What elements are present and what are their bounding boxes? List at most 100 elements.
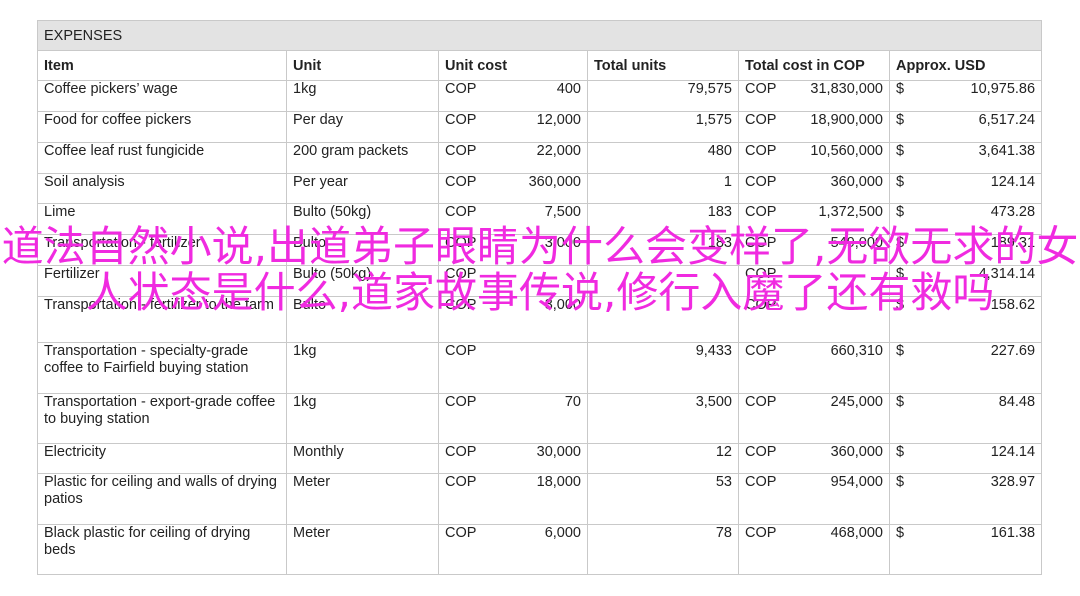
- header-unit-cost: Unit cost: [438, 50, 588, 81]
- cell-total-cost-currency: COP: [738, 142, 789, 174]
- cell-total-units: 53: [587, 473, 739, 525]
- table-row: Soil analysis Per year COP 360,000 1 COP 360,0…: [37, 173, 1043, 204]
- cell-total-cost: [788, 296, 890, 343]
- cell-usd-currency: $: [889, 111, 916, 143]
- cell-unit-cost-currency: COP: [438, 473, 489, 525]
- header-total-units: Total units: [587, 50, 739, 81]
- cell-unit-cost: 18,000: [488, 473, 588, 525]
- cell-unit-cost: 7,500: [488, 203, 588, 235]
- cell-total-cost: 954,000: [788, 473, 890, 525]
- cell-total-cost: 245,000: [788, 393, 890, 444]
- cell-unit-cost-currency: COP: [438, 524, 489, 575]
- cell-total-units: 1,575: [587, 111, 739, 143]
- cell-usd: 10,975.86: [915, 80, 1043, 112]
- cell-usd: 3,641.38: [915, 142, 1043, 174]
- cell-unit-cost: 22,000: [488, 142, 588, 174]
- cell-item: Black plastic for ceiling of drying beds: [37, 524, 287, 575]
- cell-usd-currency: $: [889, 393, 916, 444]
- table-row: Plastic for ceiling and walls of drying …: [37, 473, 1043, 525]
- table-row: Transportation - fertilizer Bulto COP 3,000…: [37, 234, 1043, 266]
- cell-item: Transportation - fertilizer: [37, 234, 287, 266]
- cell-usd: 6,517.24: [915, 111, 1043, 143]
- cell-usd-currency: $: [889, 203, 916, 235]
- cell-total-cost: 660,310: [788, 342, 890, 394]
- cell-total-cost-currency: COP: [738, 524, 789, 575]
- table-row: Coffee leaf rust fungicide 200 gram packe…: [37, 142, 1043, 174]
- cell-unit-cost: [488, 342, 588, 394]
- cell-total-cost-currency: COP: [738, 203, 789, 235]
- cell-item: Transportation - export-grade coffee to …: [37, 393, 287, 444]
- cell-item: Fertilizer: [37, 265, 287, 297]
- cell-usd: 84.48: [915, 393, 1043, 444]
- cell-item: Transportation - fertilizer to the farm: [37, 296, 287, 343]
- cell-usd-currency: $: [889, 142, 916, 174]
- cell-usd-currency: $: [889, 234, 916, 266]
- cell-unit: Bulto (50kg): [286, 203, 439, 235]
- cell-usd: 161.38: [915, 524, 1043, 575]
- cell-total-units: 78: [587, 524, 739, 575]
- cell-unit: Meter: [286, 524, 439, 575]
- cell-unit: Monthly: [286, 443, 439, 474]
- cell-total-cost-currency: COP: [738, 443, 789, 474]
- cell-unit-cost: 12,000: [488, 111, 588, 143]
- cell-unit-cost: 30,000: [488, 443, 588, 474]
- cell-usd-currency: $: [889, 524, 916, 575]
- cell-unit: Per day: [286, 111, 439, 143]
- cell-total-units: [587, 265, 739, 297]
- table-row: Transportation - fertilizer to the farm B…: [37, 296, 1043, 343]
- header-usd: Approx. USD: [888, 50, 1043, 81]
- cell-usd-currency: $: [889, 342, 916, 394]
- cell-usd-currency: $: [889, 173, 916, 204]
- cell-unit: 1kg: [286, 393, 439, 444]
- cell-total-cost: 360,000: [788, 443, 890, 474]
- cell-unit-cost: [488, 265, 588, 297]
- cell-total-cost: 468,000: [788, 524, 890, 575]
- cell-total-cost-currency: COP: [738, 234, 789, 266]
- cell-total-cost-currency: COP: [738, 473, 789, 525]
- cell-unit-cost: 360,000: [488, 173, 588, 204]
- cell-unit-cost-currency: COP: [438, 111, 489, 143]
- cell-total-units: 183: [587, 234, 739, 266]
- cell-usd: 473.28: [915, 203, 1043, 235]
- cell-total-cost-currency: COP: [738, 111, 789, 143]
- cell-unit-cost: 6,000: [488, 524, 588, 575]
- cell-total-cost-currency: COP: [738, 265, 789, 297]
- cell-unit-cost-currency: COP: [438, 443, 489, 474]
- header-unit: Unit: [286, 50, 439, 81]
- cell-total-units: 3,500: [587, 393, 739, 444]
- cell-usd: 189.31: [915, 234, 1043, 266]
- header-total-cost: Total cost in COP: [738, 50, 890, 81]
- cell-total-cost: 1,372,500: [788, 203, 890, 235]
- cell-unit: Meter: [286, 473, 439, 525]
- cell-unit-cost-currency: COP: [438, 265, 489, 297]
- cell-unit: Bulto (50kg): [286, 265, 439, 297]
- cell-total-cost: [788, 265, 890, 297]
- cell-item: Transportation - specialty-grade coffee …: [37, 342, 287, 394]
- table-row: Lime Bulto (50kg) COP 7,500 183 COP 1,372,500 $…: [37, 203, 1043, 235]
- cell-unit-cost: 3,000: [488, 296, 588, 343]
- cell-total-units: 79,575: [587, 80, 739, 112]
- cell-item: Electricity: [37, 443, 287, 474]
- cell-usd: 4,314.14: [915, 265, 1043, 297]
- cell-usd-currency: $: [889, 296, 916, 343]
- header-item: Item: [37, 50, 287, 81]
- cell-total-cost: 31,830,000: [788, 80, 890, 112]
- cell-item: Food for coffee pickers: [37, 111, 287, 143]
- cell-total-cost-currency: COP: [738, 296, 789, 343]
- cell-total-units: 480: [587, 142, 739, 174]
- table-row: Fertilizer Bulto (50kg) COP COP $4,314.14: [37, 265, 1043, 297]
- cell-usd-currency: $: [889, 265, 916, 297]
- expenses-table: EXPENSES Item Unit Unit cost Total units…: [36, 20, 1043, 575]
- cell-total-cost-currency: COP: [738, 80, 789, 112]
- cell-unit: 1kg: [286, 342, 439, 394]
- cell-unit-cost: 400: [488, 80, 588, 112]
- cell-unit-cost-currency: COP: [438, 142, 489, 174]
- cell-usd-currency: $: [889, 443, 916, 474]
- cell-unit: Bulto: [286, 296, 439, 343]
- cell-unit-cost-currency: COP: [438, 342, 489, 394]
- cell-unit-cost: 70: [488, 393, 588, 444]
- cell-unit-cost-currency: COP: [438, 393, 489, 444]
- cell-usd-currency: $: [889, 80, 916, 112]
- cell-usd: 158.62: [915, 296, 1043, 343]
- cell-total-units: 12: [587, 443, 739, 474]
